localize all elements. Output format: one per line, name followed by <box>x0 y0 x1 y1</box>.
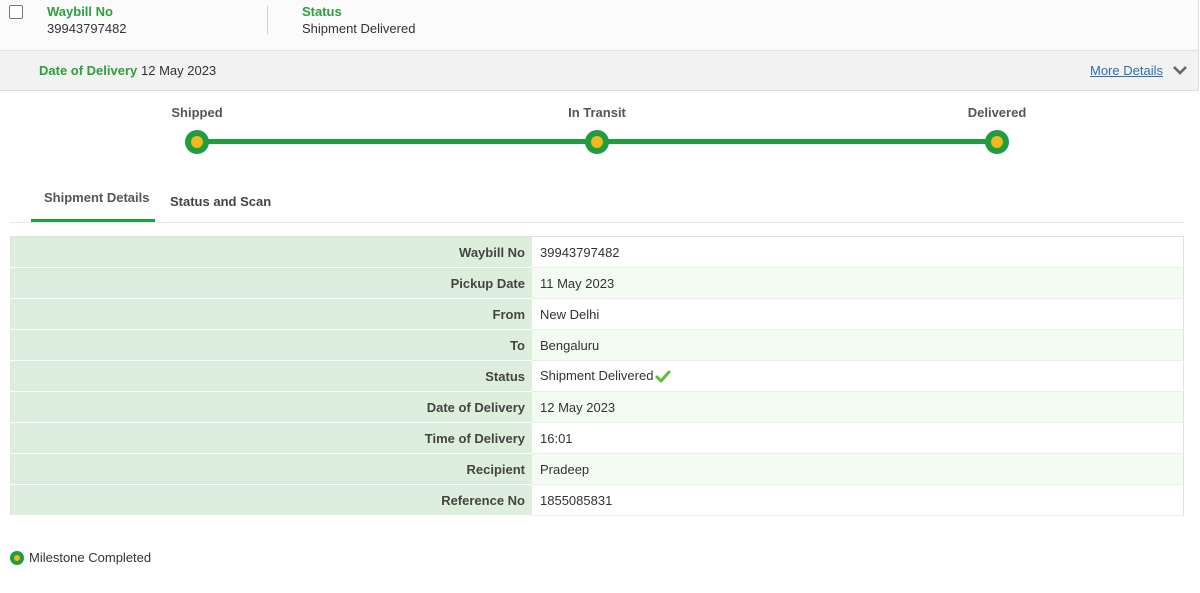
status-label: Status <box>302 4 342 19</box>
date-of-delivery-label: Date of Delivery <box>39 63 138 78</box>
row-value: Bengaluru <box>532 329 1184 361</box>
status-value: Shipment Delivered <box>302 21 416 36</box>
date-of-delivery-value: 12 May 2023 <box>141 63 217 78</box>
chevron-down-icon[interactable] <box>1172 64 1188 76</box>
legend-label: Milestone Completed <box>29 550 152 565</box>
row-key: From <box>10 298 532 330</box>
row-key: To <box>10 329 532 361</box>
table-row: Recipient Pradeep <box>10 453 1184 485</box>
table-row: To Bengaluru <box>10 329 1184 361</box>
row-value: 1855085831 <box>532 484 1184 516</box>
table-row: Time of Delivery 16:01 <box>10 422 1184 454</box>
row-key: Status <box>10 360 532 392</box>
row-value: 39943797482 <box>532 236 1184 268</box>
waybill-summary: Waybill No 39943797482 <box>47 5 127 36</box>
table-row: Pickup Date 11 May 2023 <box>10 267 1184 299</box>
row-key: Recipient <box>10 453 532 485</box>
more-details-link[interactable]: More Details <box>1090 63 1163 78</box>
table-row: From New Delhi <box>10 298 1184 330</box>
table-row: Status Shipment Delivered <box>10 360 1184 392</box>
milestone-delivered <box>985 130 1009 154</box>
milestone-legend: Milestone Completed <box>10 550 151 565</box>
row-value: 16:01 <box>532 422 1184 454</box>
row-key: Waybill No <box>10 236 532 268</box>
select-shipment-checkbox[interactable] <box>9 5 23 19</box>
shipment-summary-bar: Waybill No 39943797482 Status Shipment D… <box>0 0 1199 51</box>
milestone-shipped <box>185 130 209 154</box>
tab-shipment-details[interactable]: Shipment Details <box>44 190 149 205</box>
checkmark-icon <box>655 370 671 383</box>
table-row: Reference No 1855085831 <box>10 484 1184 516</box>
row-key: Pickup Date <box>10 267 532 299</box>
row-key: Time of Delivery <box>10 422 532 454</box>
tab-status-and-scan[interactable]: Status and Scan <box>170 194 271 209</box>
status-summary: Status Shipment Delivered <box>302 5 415 36</box>
milestone-in-transit <box>585 130 609 154</box>
table-row: Waybill No 39943797482 <box>10 236 1184 268</box>
row-value: Pradeep <box>532 453 1184 485</box>
row-value: 11 May 2023 <box>532 267 1184 299</box>
step-label-in-transit: In Transit <box>568 105 626 120</box>
step-label-shipped: Shipped <box>171 105 223 120</box>
divider <box>267 6 268 34</box>
milestone-dot-icon <box>10 550 24 565</box>
shipment-details-table: Waybill No 39943797482 Pickup Date 11 Ma… <box>10 236 1184 516</box>
waybill-value: 39943797482 <box>47 21 127 36</box>
active-tab-indicator <box>31 219 155 222</box>
waybill-label: Waybill No <box>47 4 113 19</box>
delivery-date-bar: Date of Delivery 12 May 2023 More Detail… <box>0 51 1199 91</box>
row-value-status: Shipment Delivered <box>532 360 1184 392</box>
row-value: New Delhi <box>532 298 1184 330</box>
step-label-delivered: Delivered <box>967 105 1027 120</box>
row-key: Reference No <box>10 484 532 516</box>
detail-tabs: Shipment Details Status and Scan <box>10 180 1184 223</box>
row-value: 12 May 2023 <box>532 391 1184 423</box>
row-key: Date of Delivery <box>10 391 532 423</box>
table-row: Date of Delivery 12 May 2023 <box>10 391 1184 423</box>
status-text: Shipment Delivered <box>540 368 654 384</box>
